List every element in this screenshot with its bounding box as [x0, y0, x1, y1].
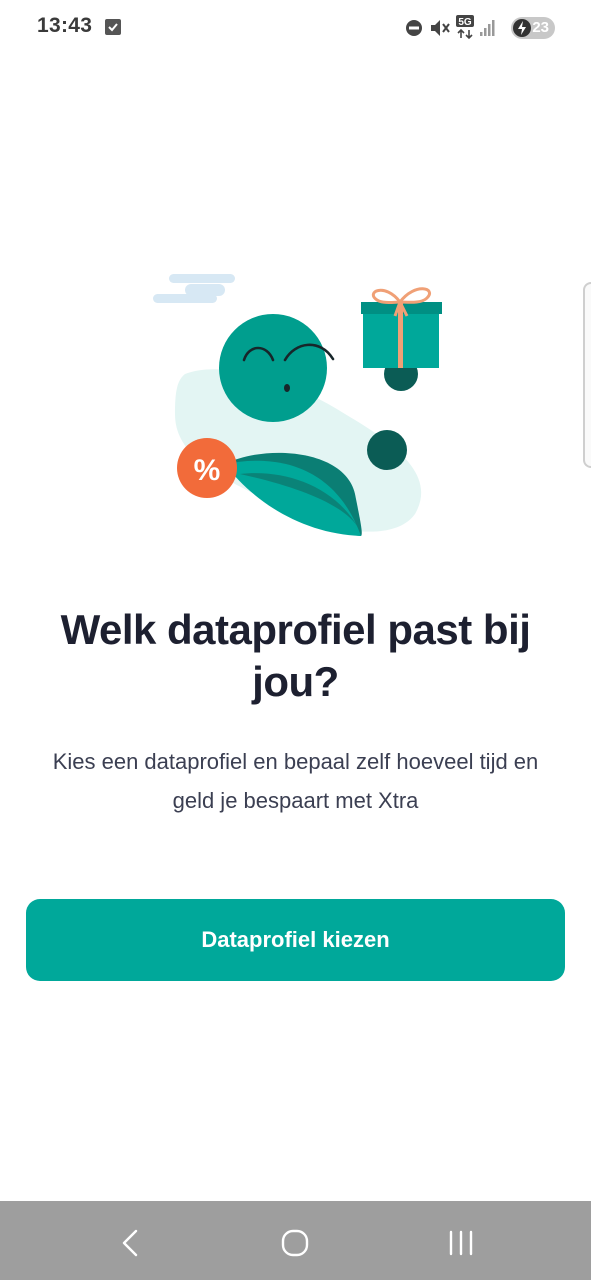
- battery-level: 23: [532, 19, 549, 36]
- signal-icon: [479, 16, 497, 45]
- mute-icon: [429, 16, 451, 45]
- svg-text:5G: 5G: [458, 17, 472, 28]
- illustration: %: [145, 264, 455, 544]
- screen: 13:43 5G 23 % Welk dataprofiel past bij …: [0, 0, 591, 1280]
- choose-dataprofile-button[interactable]: Dataprofiel kiezen: [26, 899, 565, 981]
- dark-circle: [367, 430, 407, 470]
- checkbox-notification-icon: [105, 19, 121, 35]
- battery-indicator: 23: [511, 17, 555, 39]
- avatar-head: [219, 314, 327, 422]
- status-bar: 13:43 5G 23: [0, 0, 591, 56]
- battery-charging-icon: [513, 19, 531, 37]
- 5g-data-icon: 5G: [455, 14, 477, 45]
- home-icon[interactable]: [275, 1223, 315, 1263]
- description-text: Kies een dataprofiel en bepaal zelf hoev…: [52, 749, 539, 813]
- status-icons: 5G 23: [405, 15, 555, 40]
- recent-apps-icon[interactable]: [441, 1223, 481, 1263]
- discount-symbol: %: [194, 454, 221, 487]
- navigation-bar: [0, 1201, 591, 1280]
- back-icon[interactable]: [110, 1223, 150, 1263]
- edge-panel-handle[interactable]: [583, 282, 591, 468]
- page-title: Welk dataprofiel past bij jou?: [60, 606, 531, 705]
- status-time: 13:43: [37, 14, 93, 37]
- cloud-icon: [153, 274, 235, 303]
- discount-badge-icon: %: [177, 438, 237, 498]
- gift-icon: [361, 287, 442, 391]
- do-not-disturb-icon: [405, 16, 425, 45]
